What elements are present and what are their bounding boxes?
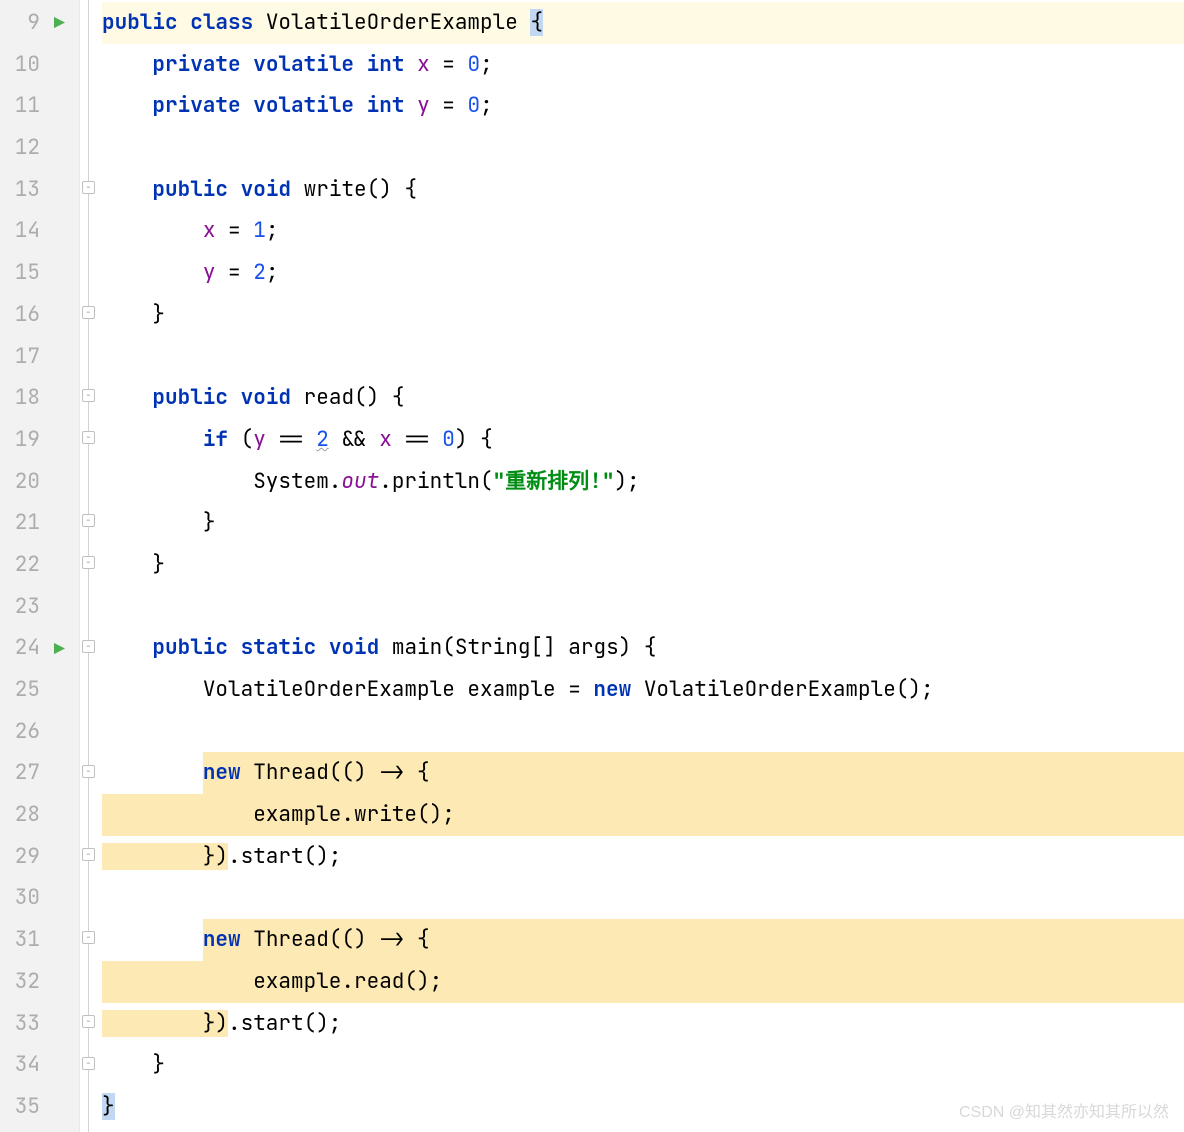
- line-number: 30: [0, 877, 40, 919]
- line-number: 27: [0, 752, 40, 794]
- code-line[interactable]: new Thread(() -> {: [102, 752, 1184, 794]
- line-number: 32: [0, 961, 40, 1003]
- fold-marker[interactable]: −: [82, 431, 95, 444]
- fold-column: − − − − − − − − − − − −: [80, 0, 102, 1132]
- code-line[interactable]: System.out.println("重新排列!");: [102, 461, 1184, 503]
- fold-marker[interactable]: −: [82, 181, 95, 194]
- fold-marker[interactable]: −: [82, 848, 95, 861]
- code-editor[interactable]: public class VolatileOrderExample { priv…: [102, 0, 1184, 1132]
- code-line[interactable]: if (y == 2 && x == 0) {: [102, 419, 1184, 461]
- code-line[interactable]: y = 2;: [102, 252, 1184, 294]
- code-line[interactable]: private volatile int y = 0;: [102, 85, 1184, 127]
- line-number: 19: [0, 419, 40, 461]
- code-line[interactable]: }).start();: [102, 1003, 1184, 1045]
- line-number: 26: [0, 711, 40, 753]
- code-line[interactable]: VolatileOrderExample example = new Volat…: [102, 669, 1184, 711]
- line-number-gutter: 9101112131415161718192021222324252627282…: [0, 0, 50, 1132]
- code-line[interactable]: private volatile int x = 0;: [102, 44, 1184, 86]
- line-number: 10: [0, 44, 40, 86]
- code-line[interactable]: x = 1;: [102, 210, 1184, 252]
- code-line[interactable]: example.read();: [102, 961, 1184, 1003]
- code-line[interactable]: [102, 877, 1184, 919]
- line-number: 23: [0, 586, 40, 628]
- line-number: 18: [0, 377, 40, 419]
- fold-marker[interactable]: −: [82, 556, 95, 569]
- line-number: 33: [0, 1003, 40, 1045]
- line-number: 29: [0, 836, 40, 878]
- line-number: 20: [0, 461, 40, 503]
- line-number: 31: [0, 919, 40, 961]
- code-line[interactable]: public static void main(String[] args) {: [102, 627, 1184, 669]
- line-number: 16: [0, 294, 40, 336]
- line-number: 12: [0, 127, 40, 169]
- line-number: 21: [0, 502, 40, 544]
- fold-marker[interactable]: −: [82, 306, 95, 319]
- gutter-icon-column: ▶▶: [50, 0, 80, 1132]
- code-line[interactable]: }: [102, 1044, 1184, 1086]
- fold-marker[interactable]: −: [82, 640, 95, 653]
- run-icon[interactable]: ▶: [54, 12, 65, 35]
- code-line[interactable]: [102, 127, 1184, 169]
- code-line[interactable]: [102, 711, 1184, 753]
- line-number: 17: [0, 336, 40, 378]
- line-number: 34: [0, 1044, 40, 1086]
- line-number: 25: [0, 669, 40, 711]
- fold-marker[interactable]: −: [82, 389, 95, 402]
- line-number: 13: [0, 169, 40, 211]
- code-line[interactable]: [102, 336, 1184, 378]
- line-number: 28: [0, 794, 40, 836]
- fold-marker[interactable]: −: [82, 514, 95, 527]
- code-line[interactable]: new Thread(() -> {: [102, 919, 1184, 961]
- line-number: 24: [0, 627, 40, 669]
- code-line[interactable]: public void write() {: [102, 169, 1184, 211]
- line-number: 35: [0, 1086, 40, 1128]
- fold-marker[interactable]: −: [82, 931, 95, 944]
- code-line[interactable]: public class VolatileOrderExample {: [102, 2, 1184, 44]
- line-number: 9: [0, 2, 40, 44]
- line-number: 14: [0, 210, 40, 252]
- code-line[interactable]: }: [102, 544, 1184, 586]
- fold-marker[interactable]: −: [82, 1015, 95, 1028]
- code-line[interactable]: }: [102, 294, 1184, 336]
- run-icon[interactable]: ▶: [54, 638, 65, 661]
- code-line[interactable]: [102, 586, 1184, 628]
- line-number: 22: [0, 544, 40, 586]
- watermark-text: CSDN @知其然亦知其所以然: [959, 1098, 1169, 1122]
- line-number: 11: [0, 85, 40, 127]
- code-line[interactable]: }: [102, 502, 1184, 544]
- line-number: 15: [0, 252, 40, 294]
- code-line[interactable]: }).start();: [102, 836, 1184, 878]
- fold-marker[interactable]: −: [82, 765, 95, 778]
- fold-marker[interactable]: −: [82, 1057, 95, 1070]
- code-line[interactable]: example.write();: [102, 794, 1184, 836]
- code-line[interactable]: public void read() {: [102, 377, 1184, 419]
